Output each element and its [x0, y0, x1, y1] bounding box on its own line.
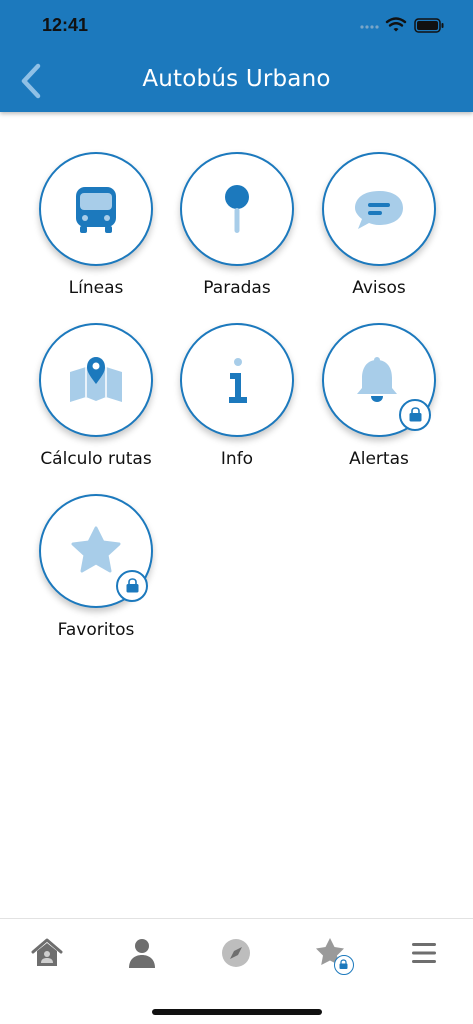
chat-icon: [355, 191, 403, 229]
bell-icon: [357, 357, 397, 402]
bus-icon: [76, 187, 116, 233]
lock-icon: [339, 959, 348, 969]
compass-icon: [222, 939, 250, 967]
menu-item-info[interactable]: Info: [168, 323, 308, 483]
home-icon: [31, 938, 63, 966]
lock-badge: [116, 570, 148, 602]
star-icon: [71, 526, 121, 573]
header-bar: 12:41 Autobús Urbano: [0, 0, 473, 112]
tab-menu[interactable]: [406, 935, 446, 975]
lock-badge: [399, 399, 431, 431]
menu-item-avisos[interactable]: Avisos: [310, 152, 450, 312]
status-icons: [359, 14, 449, 36]
menu-item-circle: [39, 323, 153, 437]
menu-item-favoritos[interactable]: Favoritos: [27, 494, 167, 654]
home-indicator: [152, 1009, 322, 1015]
menu-item-circle: [39, 152, 153, 266]
map-icon: [70, 357, 122, 402]
tab-favorites[interactable]: [312, 935, 354, 975]
menu-item-circle: [39, 494, 153, 608]
user-icon: [129, 939, 155, 968]
menu-item-circle: [180, 323, 294, 437]
tab-explore[interactable]: [218, 935, 258, 975]
menu-item-label: Avisos: [352, 278, 406, 298]
status-time: 12:41: [42, 15, 89, 35]
menu-item-alertas[interactable]: Alertas: [310, 323, 450, 483]
menu-item-label: Favoritos: [57, 620, 135, 640]
pin-icon: [225, 185, 249, 233]
lock-icon: [126, 578, 139, 593]
menu-item-paradas[interactable]: Paradas: [168, 152, 308, 312]
menu-item-circle: [322, 323, 436, 437]
menu-icon: [412, 943, 436, 963]
menu-item-label: Alertas: [349, 449, 409, 469]
page-title: Autobús Urbano: [142, 66, 331, 92]
tab-profile[interactable]: [124, 935, 164, 975]
menu-item-circle: [180, 152, 294, 266]
lock-icon: [409, 407, 422, 422]
menu-item-calculo-rutas[interactable]: Cálculo rutas: [27, 323, 167, 483]
info-icon: [229, 358, 247, 403]
lock-badge: [334, 955, 354, 975]
menu-item-lineas[interactable]: Líneas: [27, 152, 167, 312]
menu-item-circle: [322, 152, 436, 266]
tab-home[interactable]: [29, 935, 69, 975]
signal-wifi-battery-icon: [360, 17, 444, 33]
